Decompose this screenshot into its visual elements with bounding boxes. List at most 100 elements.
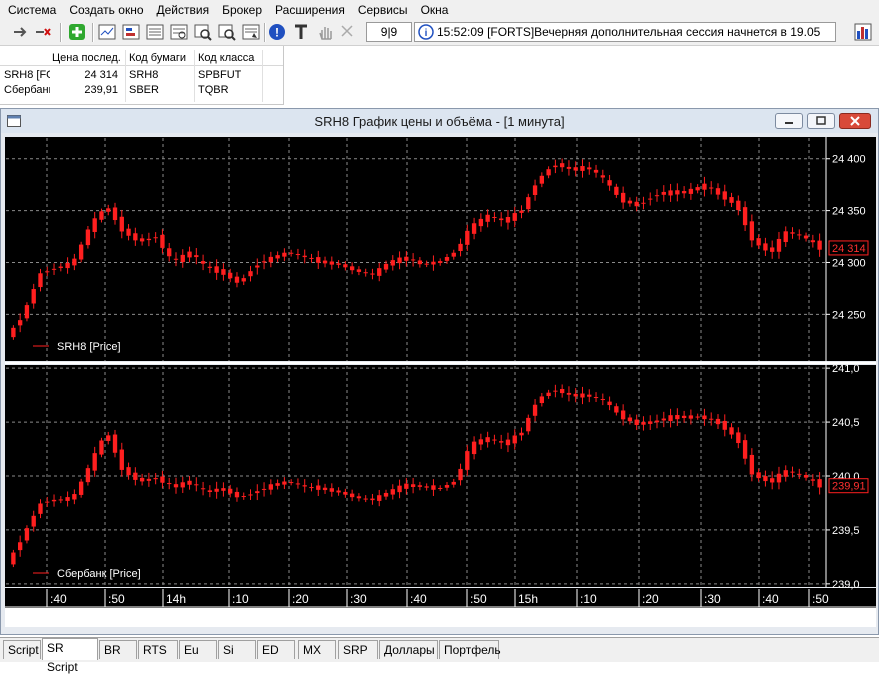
tab-ed[interactable]: ED [257,640,295,659]
candle-body [390,489,395,495]
candle-body [11,552,16,565]
candle-body [607,401,612,406]
candle-body [173,258,179,260]
tab-rts[interactable]: RTS [138,640,178,659]
candle-body [261,261,267,263]
disconnect-icon[interactable] [34,23,52,41]
menu-item-services[interactable]: Сервисы [350,0,413,17]
candle-body [112,434,118,453]
price-panel-1[interactable] [5,137,876,361]
candle-body [668,190,673,196]
menu-item-create-window[interactable]: Создать окно [61,0,148,17]
candle-body [126,228,131,236]
candle-body [532,404,538,416]
candle-body [383,492,389,497]
candle-body [559,388,565,394]
alert-icon[interactable]: ! [268,23,286,41]
row-security-code: SBER [129,84,159,96]
candle-body [471,223,477,234]
candle-body [133,233,138,241]
header-class-code[interactable]: Код класса [198,52,254,64]
candle-body [499,441,504,443]
counter-box: 9|9 [366,22,412,42]
candle-body [410,484,416,488]
candle-body [221,488,226,491]
connect-icon[interactable] [12,23,30,41]
candle-body [553,390,558,392]
menu-item-actions[interactable]: Действия [149,0,215,17]
candle-body [282,481,287,485]
menu-item-system[interactable]: Система [0,0,61,17]
candle-body [78,481,84,495]
minimize-button[interactable] [775,113,803,129]
window-titlebar[interactable]: SRH8 График цены и объёма - [1 минута] [1,109,878,133]
candle-body [92,453,97,471]
status-message: [FORTS]Вечерняя дополнительная сессия на… [487,25,821,39]
candle-body [736,200,741,211]
candle-body [343,264,348,268]
hand-icon[interactable] [316,23,334,41]
candle-body [438,487,443,489]
maximize-button[interactable] [807,113,835,129]
candle-body [72,258,77,266]
candle-body [424,486,429,488]
portfolio-icon[interactable] [242,23,260,41]
chart-window-icon[interactable] [98,23,116,41]
tab-si[interactable]: Si [218,640,256,659]
candle-body [695,187,700,191]
tab-br[interactable]: BR [99,640,137,659]
menu-bar: Система Создать окно Действия Брокер Расшире… [0,0,879,20]
text-tool-icon[interactable] [292,23,310,41]
menu-item-broker[interactable]: Брокер [214,0,267,17]
y-tick-label: 239,0 [832,579,860,591]
candle-body [370,498,375,501]
bar-chart-icon[interactable] [854,23,872,41]
time-tick-label: :50 [108,592,125,606]
search-icon[interactable] [194,23,212,41]
candle-body [302,255,307,258]
search-table-icon[interactable] [218,23,236,41]
candle-body [65,262,70,269]
candle-body [377,495,382,501]
close-button[interactable] [839,113,871,129]
candle-body [255,265,260,268]
quotes-window-icon[interactable] [122,23,140,41]
cursor-icon[interactable] [338,23,356,41]
header-security-code[interactable]: Код бумаги [129,52,186,64]
candle-body [817,479,822,488]
add-table-icon[interactable] [68,23,86,41]
candle-body [234,276,240,283]
chart-area[interactable]: 24 400 24 350 24 300 24 250 24 314 SRH8 … [1,133,878,634]
candle-body [146,478,152,481]
orders-table-icon[interactable] [146,23,164,41]
candle-body [654,420,660,423]
tab-portfolio[interactable]: Портфель [439,640,501,659]
candle-body [119,216,124,232]
candle-body [322,260,328,264]
tab-srp[interactable]: SRP [338,640,378,659]
tab-mx[interactable]: MX [298,640,336,659]
header-last-price[interactable]: Цена послед. [52,52,121,64]
candle-body [614,186,619,195]
tab-sr-script[interactable]: SR Script [42,638,98,674]
candle-body [356,269,362,272]
horizontal-scrollbar[interactable] [5,608,876,627]
candle-body [600,399,605,401]
status-message-box[interactable]: i 15:52:09 [FORTS]Вечерняя дополнительна… [414,22,836,42]
candle-body [106,208,111,212]
tab-eu[interactable]: Eu [179,640,217,659]
candle-body [499,218,504,221]
menu-item-windows[interactable]: Окна [413,0,454,17]
y-tick-label: 239,5 [832,525,860,537]
candle-body [207,490,213,492]
candle-body [634,201,639,207]
candle-body [715,418,721,425]
tab-dollars[interactable]: Доллары [379,640,438,659]
trades-table-icon[interactable] [170,23,188,41]
candle-body [580,166,585,171]
candle-body [593,169,599,173]
candle-body [17,320,23,326]
menu-item-extensions[interactable]: Расширения [267,0,350,17]
candle-body [31,515,36,527]
tab-script[interactable]: Script [3,640,41,659]
